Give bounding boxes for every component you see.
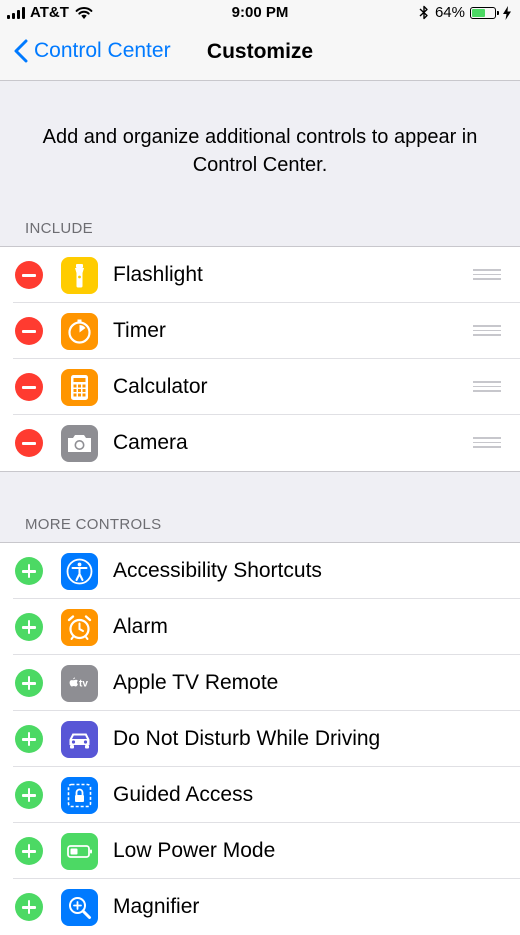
apple-tv-icon: tv	[61, 665, 98, 702]
reorder-handle-icon[interactable]	[473, 381, 501, 393]
control-label: Magnifier	[113, 895, 200, 918]
remove-button-calculator[interactable]	[15, 373, 43, 401]
navigation-bar: Control Center Customize	[0, 26, 520, 81]
battery-level-fill	[472, 8, 485, 17]
lock-icon	[61, 777, 98, 814]
control-label: Camera	[113, 431, 188, 454]
include-list: Flashlight Timer Calculator Camera	[0, 246, 520, 472]
control-label: Calculator	[113, 375, 208, 398]
add-button-magnifier[interactable]	[15, 893, 43, 921]
control-row-low-power-mode[interactable]: Low Power Mode	[0, 823, 520, 879]
charging-bolt-icon	[503, 5, 511, 20]
svg-text:tv: tv	[79, 679, 88, 690]
more-controls-list: Accessibility Shortcuts Alarm tv Apple TV R…	[0, 542, 520, 935]
control-row-camera[interactable]: Camera	[0, 415, 520, 471]
add-button-guided-access[interactable]	[15, 781, 43, 809]
remove-button-timer[interactable]	[15, 317, 43, 345]
control-label: Guided Access	[113, 783, 254, 806]
page-title-text: Customize	[206, 40, 314, 63]
reorder-handle-icon[interactable]	[473, 269, 501, 281]
minus-icon	[22, 274, 36, 277]
plus-icon-v	[27, 676, 31, 690]
control-label: Accessibility Shortcuts	[113, 559, 322, 582]
battery-icon	[470, 6, 499, 19]
control-label: Do Not Disturb While Driving	[113, 727, 381, 750]
control-label: Apple TV Remote	[113, 671, 279, 694]
accessibility-icon	[61, 553, 98, 590]
control-row-apple-tv-remote[interactable]: tv Apple TV Remote	[0, 655, 520, 711]
status-bar: AT&T 9:00 PM 64%	[0, 0, 520, 26]
control-row-do-not-disturb-while-driving[interactable]: Do Not Disturb While Driving	[0, 711, 520, 767]
description-text: Add and organize additional controls to …	[42, 126, 478, 176]
bluetooth-icon	[419, 5, 428, 20]
battery-percent: 64%	[434, 4, 465, 21]
reorder-handle-icon[interactable]	[473, 437, 501, 449]
plus-icon-v	[27, 844, 31, 858]
page-title: Customize	[0, 40, 520, 64]
flashlight-icon	[61, 257, 98, 294]
reorder-handle-icon[interactable]	[473, 325, 501, 337]
remove-button-flashlight[interactable]	[15, 261, 43, 289]
magnifier-icon	[61, 889, 98, 926]
plus-icon-v	[27, 620, 31, 634]
minus-icon	[22, 330, 36, 333]
add-button-low-power-mode[interactable]	[15, 837, 43, 865]
control-label: Low Power Mode	[113, 839, 276, 862]
control-row-alarm[interactable]: Alarm	[0, 599, 520, 655]
add-button-do-not-disturb-while-driving[interactable]	[15, 725, 43, 753]
control-row-timer[interactable]: Timer	[0, 303, 520, 359]
control-row-magnifier[interactable]: Magnifier	[0, 879, 520, 935]
battery-icon	[61, 833, 98, 870]
calculator-icon	[61, 369, 98, 406]
plus-icon-v	[27, 788, 31, 802]
control-row-accessibility-shortcuts[interactable]: Accessibility Shortcuts	[0, 543, 520, 599]
plus-icon-v	[27, 732, 31, 746]
car-icon	[61, 721, 98, 758]
control-label: Timer	[113, 319, 166, 342]
add-button-alarm[interactable]	[15, 613, 43, 641]
add-button-apple-tv-remote[interactable]	[15, 669, 43, 697]
control-label: Flashlight	[113, 263, 203, 286]
control-label: Alarm	[113, 615, 168, 638]
timer-icon	[61, 313, 98, 350]
remove-button-camera[interactable]	[15, 429, 43, 457]
control-row-calculator[interactable]: Calculator	[0, 359, 520, 415]
plus-icon-v	[27, 900, 31, 914]
more-controls-section-header: MORE CONTROLS	[25, 516, 162, 533]
include-section-header: INCLUDE	[25, 220, 93, 237]
status-right: 64%	[419, 4, 512, 21]
minus-icon	[22, 442, 36, 445]
add-button-accessibility-shortcuts[interactable]	[15, 557, 43, 585]
alarm-icon	[61, 609, 98, 646]
minus-icon	[22, 386, 36, 389]
plus-icon-v	[27, 564, 31, 578]
control-row-guided-access[interactable]: Guided Access	[0, 767, 520, 823]
control-row-flashlight[interactable]: Flashlight	[0, 247, 520, 303]
camera-icon	[61, 425, 98, 462]
